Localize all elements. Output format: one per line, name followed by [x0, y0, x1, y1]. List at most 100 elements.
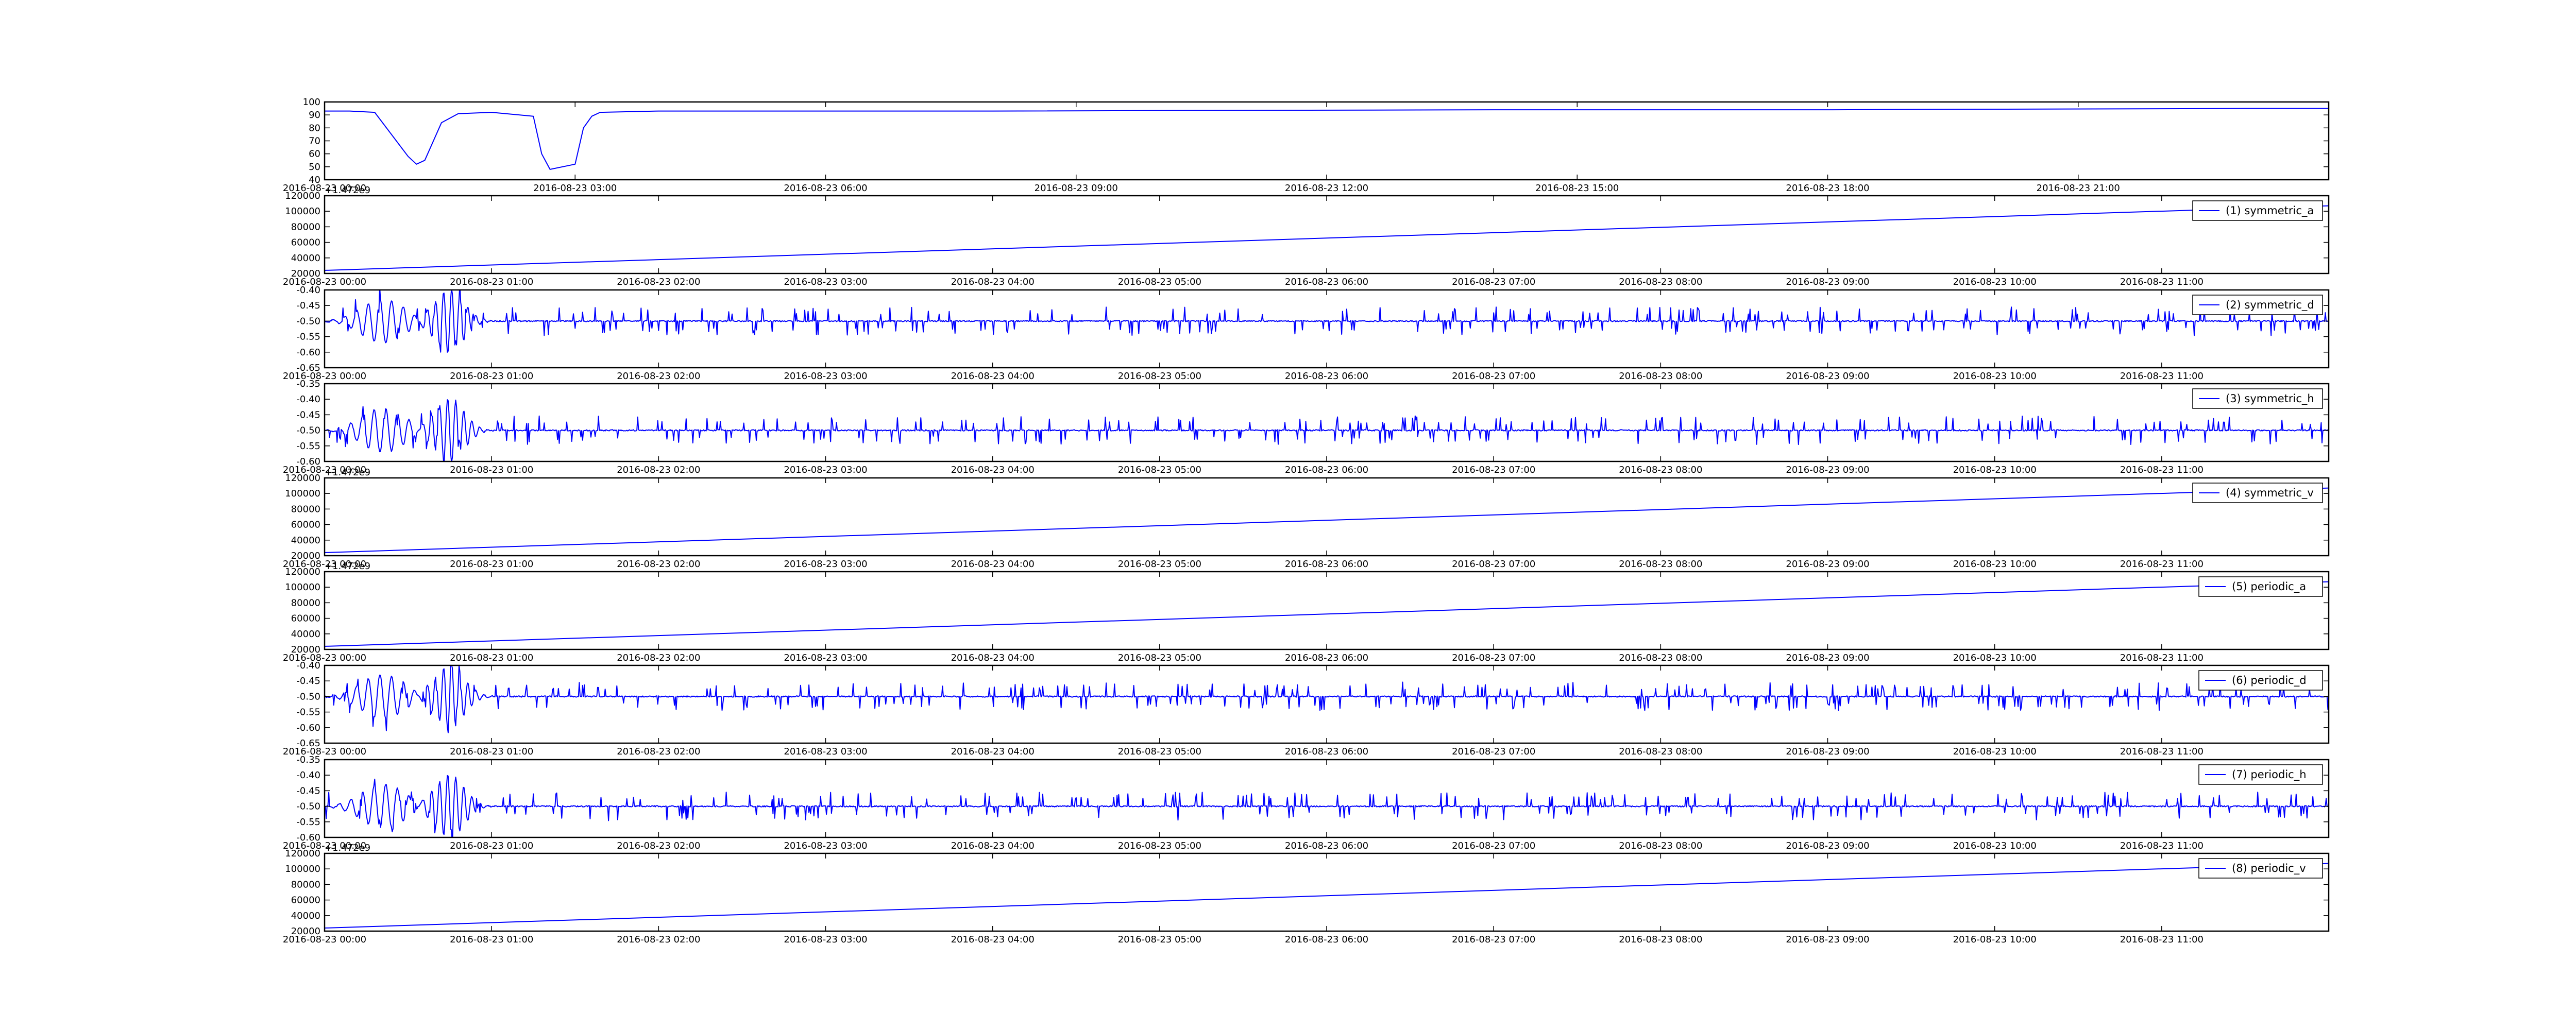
- y-tick-label: 80: [309, 123, 320, 133]
- plot-frame: [324, 477, 2330, 557]
- x-tick-label: 2016-08-23 12:00: [1285, 183, 1368, 194]
- series-line-1-1: [325, 108, 2329, 170]
- y-tick-label: 80000: [291, 504, 320, 514]
- y-tick-label: 60: [309, 149, 320, 160]
- x-tick-label: 2016-08-23 11:00: [2120, 465, 2204, 475]
- legend-label: (1) symmetric_a: [2226, 204, 2314, 217]
- x-tick-label: 2016-08-23 04:00: [951, 934, 1035, 945]
- x-tick-label: 2016-08-23 03:00: [533, 183, 617, 194]
- x-tick-label: 2016-08-23 08:00: [1619, 277, 1702, 287]
- x-tick-label: 2016-08-23 08:00: [1619, 653, 1702, 663]
- x-tick-label: 2016-08-23 15:00: [1535, 183, 1619, 194]
- axis-offset-label: +1.472e9: [325, 467, 370, 478]
- x-tick-label: 2016-08-23 09:00: [1786, 653, 1869, 663]
- x-tick-label: 2016-08-23 06:00: [1285, 277, 1368, 287]
- x-tick-label: 2016-08-23 02:00: [617, 277, 700, 287]
- legend: (2) symmetric_d: [2192, 295, 2323, 315]
- x-tick-label: 2016-08-23 05:00: [1118, 840, 1201, 851]
- x-tick-label: 2016-08-23 03:00: [784, 746, 867, 757]
- chart-panel-3: -0.65-0.60-0.55-0.50-0.45-0.402016-08-23…: [283, 285, 2330, 382]
- x-tick-label: 2016-08-23 10:00: [1953, 746, 2037, 757]
- x-tick-label: 2016-08-23 11:00: [2120, 277, 2204, 287]
- y-tick-label: 120000: [285, 566, 320, 577]
- y-tick-label: -0.45: [296, 676, 320, 686]
- x-tick-label: 2016-08-23 10:00: [1953, 934, 2037, 945]
- x-tick-label: 2016-08-23 07:00: [1452, 653, 1535, 663]
- axis-offset-label: +1.472e9: [325, 185, 370, 196]
- legend-label: (4) symmetric_v: [2226, 487, 2314, 500]
- legend-label: (6) periodic_d: [2232, 674, 2307, 687]
- y-tick-label: -0.55: [296, 817, 320, 828]
- x-tick-label: 2016-08-23 04:00: [951, 371, 1035, 382]
- x-tick-label: 2016-08-23 08:00: [1619, 559, 1702, 570]
- x-tick-label: 2016-08-23 08:00: [1619, 746, 1702, 757]
- x-tick-label: 2016-08-23 11:00: [2120, 371, 2204, 382]
- x-tick-label: 2016-08-23 09:00: [1786, 465, 1869, 475]
- x-tick-label: 2016-08-23 05:00: [1118, 746, 1201, 757]
- y-tick-label: 100: [303, 97, 320, 108]
- plot-frame: [324, 664, 2330, 744]
- y-tick-label: -0.55: [296, 332, 320, 342]
- x-tick-label: 2016-08-23 07:00: [1452, 465, 1535, 475]
- x-tick-label: 2016-08-23 00:00: [283, 746, 366, 757]
- x-tick-label: 2016-08-23 03:00: [784, 840, 867, 851]
- y-tick-label: 100000: [285, 206, 320, 217]
- x-tick-label: 2016-08-23 01:00: [450, 934, 533, 945]
- y-tick-label: -0.60: [296, 723, 320, 733]
- y-tick-label: 40000: [291, 911, 320, 921]
- chart-panel-4: -0.60-0.55-0.50-0.45-0.40-0.352016-08-23…: [283, 379, 2330, 475]
- chart-panel-8: -0.60-0.55-0.50-0.45-0.40-0.352016-08-23…: [283, 754, 2330, 851]
- x-tick-label: 2016-08-23 02:00: [617, 653, 700, 663]
- y-tick-label: -0.45: [296, 409, 320, 420]
- x-tick-label: 2016-08-23 10:00: [1953, 277, 2037, 287]
- x-tick-label: 2016-08-23 05:00: [1118, 934, 1201, 945]
- y-tick-label: -0.55: [296, 441, 320, 452]
- chart-panel-5: 200004000060000800001000001200002016-08-…: [283, 467, 2330, 570]
- x-tick-label: 2016-08-23 11:00: [2120, 934, 2204, 945]
- x-tick-label: 2016-08-23 01:00: [450, 371, 533, 382]
- x-tick-label: 2016-08-23 05:00: [1118, 371, 1201, 382]
- x-tick-label: 2016-08-23 06:00: [1285, 371, 1368, 382]
- y-tick-label: 50: [309, 162, 320, 173]
- y-tick-label: 120000: [285, 848, 320, 859]
- x-tick-label: 2016-08-23 01:00: [450, 465, 533, 475]
- x-tick-label: 2016-08-23 11:00: [2120, 559, 2204, 570]
- plot-frame: [324, 101, 2330, 181]
- y-tick-label: -0.60: [296, 347, 320, 358]
- y-tick-label: -0.55: [296, 707, 320, 718]
- x-tick-label: 2016-08-23 00:00: [283, 934, 366, 945]
- y-tick-label: 70: [309, 136, 320, 147]
- x-tick-label: 2016-08-23 01:00: [450, 746, 533, 757]
- legend: (7) periodic_h: [2198, 764, 2323, 785]
- x-tick-label: 2016-08-23 07:00: [1452, 371, 1535, 382]
- x-tick-label: 2016-08-23 10:00: [1953, 840, 2037, 851]
- y-tick-label: -0.40: [296, 660, 320, 671]
- series-line-5-1: [325, 487, 2329, 553]
- x-tick-label: 2016-08-23 10:00: [1953, 653, 2037, 663]
- x-tick-label: 2016-08-23 00:00: [283, 277, 366, 287]
- y-tick-label: -0.45: [296, 300, 320, 311]
- legend-label: (3) symmetric_h: [2226, 392, 2314, 405]
- legend-label: (2) symmetric_d: [2226, 299, 2314, 312]
- plot-frame: [324, 759, 2330, 838]
- y-tick-label: 40000: [291, 253, 320, 264]
- y-tick-label: -0.45: [296, 785, 320, 796]
- x-tick-label: 2016-08-23 05:00: [1118, 465, 1201, 475]
- y-tick-label: 80000: [291, 879, 320, 890]
- y-tick-label: 60000: [291, 520, 320, 530]
- x-tick-label: 2016-08-23 09:00: [1786, 559, 1869, 570]
- plot-frame: [324, 571, 2330, 650]
- x-tick-label: 2016-08-23 03:00: [784, 465, 867, 475]
- series-line-2-1: [325, 205, 2329, 271]
- x-tick-label: 2016-08-23 11:00: [2120, 653, 2204, 663]
- x-tick-label: 2016-08-23 07:00: [1452, 840, 1535, 851]
- y-tick-label: 40000: [291, 535, 320, 546]
- x-tick-label: 2016-08-23 05:00: [1118, 277, 1201, 287]
- x-tick-label: 2016-08-23 02:00: [617, 559, 700, 570]
- y-tick-label: -0.40: [296, 394, 320, 405]
- x-tick-label: 2016-08-23 05:00: [1118, 559, 1201, 570]
- y-tick-label: 100000: [285, 864, 320, 874]
- axis-offset-label: +1.472e9: [325, 561, 370, 572]
- x-tick-label: 2016-08-23 02:00: [617, 746, 700, 757]
- x-tick-label: 2016-08-23 21:00: [2037, 183, 2120, 194]
